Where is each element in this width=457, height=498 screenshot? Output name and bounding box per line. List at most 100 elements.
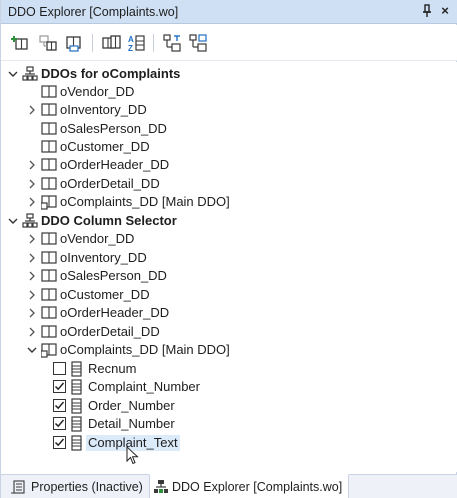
tree-item-label: oOrderDetail_DD (60, 176, 160, 191)
column-label: Complaint_Number (88, 379, 200, 394)
tree-item-label: oSalesPerson_DD (60, 268, 167, 283)
tree-item[interactable]: oSalesPerson_DD (1, 267, 441, 285)
tree-item-label: oInventory_DD (60, 102, 147, 117)
column-field-icon (69, 398, 85, 414)
book-icon (41, 250, 57, 266)
column-row[interactable]: Recnum (1, 360, 441, 378)
column-checkbox[interactable] (53, 380, 66, 393)
tree-item-label: oOrderHeader_DD (60, 305, 170, 320)
tree-root-ddos[interactable]: DDOs for oComplaints (1, 65, 441, 83)
toolbar: A Z (1, 25, 457, 61)
main-ddo-icon (40, 194, 57, 210)
tree-item[interactable]: oOrderDetail_DD (1, 175, 441, 193)
tree-item[interactable]: oInventory_DD (1, 249, 441, 267)
tree-item[interactable]: oVendor_DD (1, 230, 441, 248)
column-field-icon (69, 435, 85, 451)
toolbar-separator (153, 34, 154, 52)
book-icon (41, 84, 57, 100)
tree-item-label: oCustomer_DD (60, 287, 150, 302)
tree-item[interactable]: oComplaints_DD [Main DDO] (1, 193, 441, 211)
tree-item[interactable]: oComplaints_DD [Main DDO] (1, 341, 441, 359)
move-up-icon[interactable] (161, 32, 183, 54)
tree-item-label: oOrderHeader_DD (60, 157, 170, 172)
mouse-pointer-icon (126, 445, 140, 466)
column-checkbox[interactable] (53, 362, 66, 375)
tree-item-label: oSalesPerson_DD (60, 121, 167, 136)
chevron-right-icon[interactable] (26, 305, 38, 321)
chevron-right-icon[interactable] (26, 287, 38, 303)
chevron-right-icon[interactable] (26, 194, 38, 210)
tree-item-label: oOrderDetail_DD (60, 324, 160, 339)
chevron-down-icon[interactable] (7, 213, 19, 229)
add-ddo-icon[interactable] (9, 32, 31, 54)
expand-all-icon[interactable] (100, 32, 122, 54)
tree-item-label: oComplaints_DD [Main DDO] (60, 194, 230, 209)
move-down-icon[interactable] (187, 32, 209, 54)
tree-item[interactable]: oOrderHeader_DD (1, 304, 441, 322)
tree-item-label: oVendor_DD (60, 231, 135, 246)
book-icon (41, 324, 57, 340)
column-row[interactable]: Detail_Number (1, 415, 441, 433)
chevron-right-icon[interactable] (26, 157, 38, 173)
tree-item[interactable]: oCustomer_DD (1, 138, 441, 156)
chevron-right-icon[interactable] (26, 324, 38, 340)
svg-text:Z: Z (128, 44, 133, 53)
column-label: Order_Number (88, 398, 175, 413)
panel-titlebar: DDO Explorer [Complaints.wo] × (1, 0, 457, 24)
book-icon (41, 305, 57, 321)
chevron-right-icon[interactable] (26, 102, 38, 118)
chevron-right-icon[interactable] (26, 176, 38, 192)
tree-root-label: DDOs for oComplaints (41, 66, 181, 81)
tree-item-label: oVendor_DD (60, 84, 135, 99)
panel-tabs: Properties (Inactive) DDO Explorer [Comp… (1, 474, 457, 498)
column-row[interactable]: Order_Number (1, 397, 441, 415)
hierarchy-icon (22, 66, 38, 82)
tree-item[interactable]: oVendor_DD (1, 83, 441, 101)
book-icon (41, 268, 57, 284)
tree-root-column-selector[interactable]: DDO Column Selector (1, 212, 441, 230)
column-field-icon (69, 361, 85, 377)
book-icon (41, 121, 57, 137)
ddo-explorer-icon (154, 479, 168, 493)
ddo-properties-icon[interactable] (63, 32, 85, 54)
tree-item-label: oCustomer_DD (60, 139, 150, 154)
tab-ddo-explorer-label: DDO Explorer [Complaints.wo] (172, 480, 343, 494)
tab-ddo-explorer[interactable]: DDO Explorer [Complaints.wo] (149, 474, 349, 498)
chevron-down-icon[interactable] (26, 342, 38, 358)
column-checkbox[interactable] (53, 399, 66, 412)
column-field-icon (69, 416, 85, 432)
book-icon (41, 139, 57, 155)
chevron-right-icon[interactable] (26, 250, 38, 266)
hierarchy-icon (22, 213, 38, 229)
tree-item[interactable]: oOrderDetail_DD (1, 323, 441, 341)
chevron-right-icon[interactable] (26, 231, 38, 247)
tree-item[interactable]: oCustomer_DD (1, 286, 441, 304)
chevron-down-icon[interactable] (7, 66, 19, 82)
tab-properties[interactable]: Properties (Inactive) (7, 475, 147, 498)
tree-root-label: DDO Column Selector (41, 213, 177, 228)
column-row-selected[interactable]: Complaint_Text (1, 434, 441, 452)
add-child-ddo-icon[interactable] (37, 32, 59, 54)
pin-icon[interactable] (420, 3, 434, 19)
toolbar-separator (92, 34, 93, 52)
column-checkbox[interactable] (53, 436, 66, 449)
column-row[interactable]: Complaint_Number (1, 378, 441, 396)
column-field-icon (69, 379, 85, 395)
tree-item[interactable]: oSalesPerson_DD (1, 120, 441, 138)
book-icon (41, 287, 57, 303)
tree-item[interactable]: oInventory_DD (1, 101, 441, 119)
ddo-explorer-panel: DDO Explorer [Complaints.wo] × A Z DDOs … (0, 0, 457, 498)
close-icon[interactable]: × (438, 3, 452, 19)
tree-item[interactable]: oOrderHeader_DD (1, 156, 441, 174)
tree-item-label: oComplaints_DD [Main DDO] (60, 342, 230, 357)
tree-item-label: oInventory_DD (60, 250, 147, 265)
svg-text:A: A (128, 35, 134, 44)
book-icon (41, 157, 57, 173)
chevron-right-icon[interactable] (26, 268, 38, 284)
column-label: Detail_Number (88, 416, 175, 431)
column-checkbox[interactable] (53, 417, 66, 430)
properties-icon (11, 479, 25, 494)
sort-icon[interactable]: A Z (125, 32, 147, 54)
ddo-tree[interactable]: DDOs for oComplaints oVendor_DD oInvento… (1, 62, 457, 472)
book-icon (41, 176, 57, 192)
